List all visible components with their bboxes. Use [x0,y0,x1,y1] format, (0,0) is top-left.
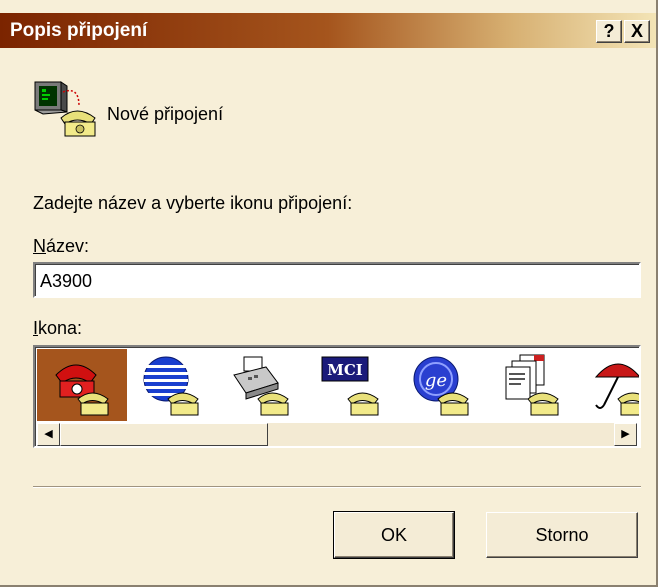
instruction-text: Zadejte název a vyberte ikonu připojení: [33,193,353,213]
icon-row: MCI ge [37,349,639,421]
fax-machine-icon [233,356,289,416]
name-label-accel: N [33,236,46,256]
scroll-thumb[interactable] [60,423,268,446]
connection-name-label: Nové připojení [107,104,224,124]
icon-option-globe[interactable] [127,349,217,421]
icon-label: Ikona: [33,318,82,339]
close-button[interactable]: X [624,20,650,43]
icon-list-scrollbar[interactable]: ◀ ▶ [37,423,637,446]
umbrella-icon [594,363,639,416]
icon-option-documents[interactable] [487,349,577,421]
svg-text:ge: ge [425,370,447,391]
mci-logo-icon: MCI [321,356,379,416]
icon-option-umbrella[interactable] [577,349,639,421]
documents-icon [505,354,559,416]
scroll-left-button[interactable]: ◀ [37,423,60,446]
help-button[interactable]: ? [596,20,622,43]
icon-option-red-phone[interactable] [37,349,127,421]
name-label: Název: [33,236,89,257]
icon-list[interactable]: MCI ge ◀ ▶ [33,345,641,448]
scroll-right-button[interactable]: ▶ [614,423,637,446]
name-label-rest: ázev: [46,236,90,256]
ok-button[interactable]: OK [333,511,455,559]
red-phone-icon [55,364,109,416]
ge-logo-icon: ge [413,356,469,416]
separator [33,486,641,488]
svg-text:MCI: MCI [327,361,363,379]
name-input[interactable]: A3900 [33,262,641,298]
cancel-button[interactable]: Storno [486,512,638,558]
icon-option-fax[interactable] [217,349,307,421]
icon-option-ge[interactable]: ge [397,349,487,421]
connection-description-dialog: Popis připojení ? X Nové připojení Zadej… [0,0,658,587]
icon-option-mci[interactable]: MCI [307,349,397,421]
connection-phone-icon [34,81,96,137]
globe-icon [143,356,199,416]
dialog-title: Popis připojení [10,20,148,41]
icon-label-rest: kona: [38,318,83,338]
title-bar[interactable]: Popis připojení ? X [0,13,656,48]
